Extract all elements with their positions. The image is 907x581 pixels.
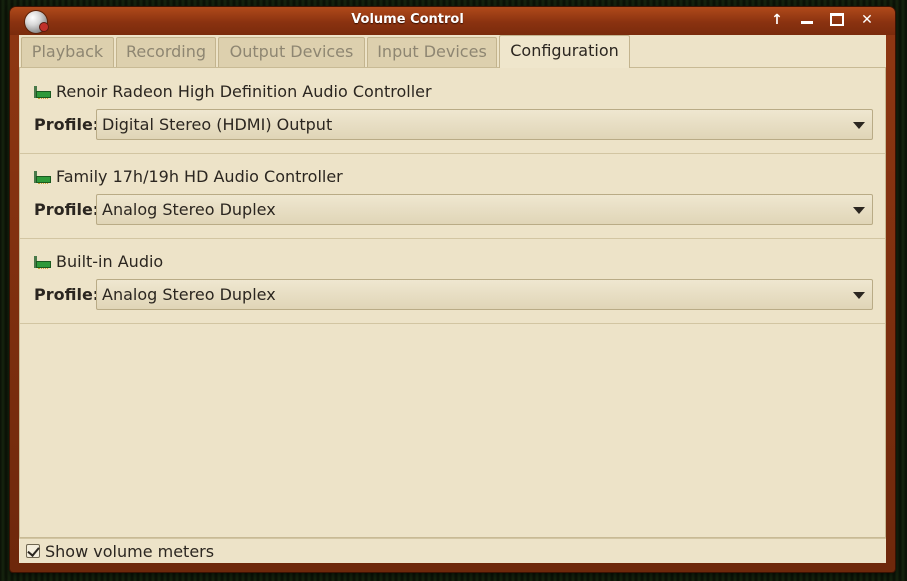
volume-control-window: Volume Control ↑ ✕ Playback Recording Ou… bbox=[10, 7, 895, 572]
tab-configuration[interactable]: Configuration bbox=[499, 35, 630, 68]
minimize-button[interactable] bbox=[796, 10, 818, 30]
audio-card-icon bbox=[34, 171, 51, 184]
dropdown-arrow-icon bbox=[853, 207, 865, 214]
show-volume-meters-label[interactable]: Show volume meters bbox=[45, 542, 214, 561]
window-title: Volume Control bbox=[351, 12, 464, 27]
show-volume-meters-checkbox[interactable] bbox=[26, 544, 40, 558]
device-name: Renoir Radeon High Definition Audio Cont… bbox=[56, 82, 432, 101]
device-name: Family 17h/19h HD Audio Controller bbox=[56, 167, 343, 186]
profile-value: Analog Stereo Duplex bbox=[102, 200, 276, 219]
dropdown-arrow-icon bbox=[853, 292, 865, 299]
profile-value: Analog Stereo Duplex bbox=[102, 285, 276, 304]
tab-playback[interactable]: Playback bbox=[21, 37, 114, 67]
audio-card-icon bbox=[34, 256, 51, 269]
configuration-panel: Renoir Radeon High Definition Audio Cont… bbox=[19, 67, 886, 538]
maximize-button[interactable] bbox=[826, 10, 848, 30]
device-card: Renoir Radeon High Definition Audio Cont… bbox=[20, 68, 885, 154]
profile-dropdown[interactable]: Digital Stereo (HDMI) Output bbox=[96, 109, 873, 140]
profile-label: Profile: bbox=[34, 200, 100, 219]
tab-input-devices[interactable]: Input Devices bbox=[367, 37, 497, 67]
minimize-icon bbox=[801, 21, 813, 24]
window-content: Playback Recording Output Devices Input … bbox=[19, 35, 886, 563]
tab-bar: Playback Recording Output Devices Input … bbox=[19, 35, 886, 68]
maximize-icon bbox=[830, 13, 844, 26]
audio-card-icon bbox=[34, 86, 51, 99]
tab-recording[interactable]: Recording bbox=[116, 37, 216, 67]
footer-bar: Show volume meters bbox=[19, 538, 886, 563]
profile-label: Profile: bbox=[34, 285, 100, 304]
device-name: Built-in Audio bbox=[56, 252, 164, 271]
device-card: Family 17h/19h HD Audio Controller Profi… bbox=[20, 153, 885, 239]
profile-value: Digital Stereo (HDMI) Output bbox=[102, 115, 333, 134]
profile-dropdown[interactable]: Analog Stereo Duplex bbox=[96, 279, 873, 310]
profile-dropdown[interactable]: Analog Stereo Duplex bbox=[96, 194, 873, 225]
arrow-up-icon[interactable]: ↑ bbox=[766, 10, 788, 30]
title-bar[interactable]: Volume Control ↑ ✕ bbox=[10, 7, 895, 35]
device-card: Built-in Audio Profile: Analog Stereo Du… bbox=[20, 238, 885, 324]
profile-label: Profile: bbox=[34, 115, 100, 134]
close-icon[interactable]: ✕ bbox=[856, 10, 878, 30]
dropdown-arrow-icon bbox=[853, 122, 865, 129]
tab-output-devices[interactable]: Output Devices bbox=[218, 37, 365, 67]
